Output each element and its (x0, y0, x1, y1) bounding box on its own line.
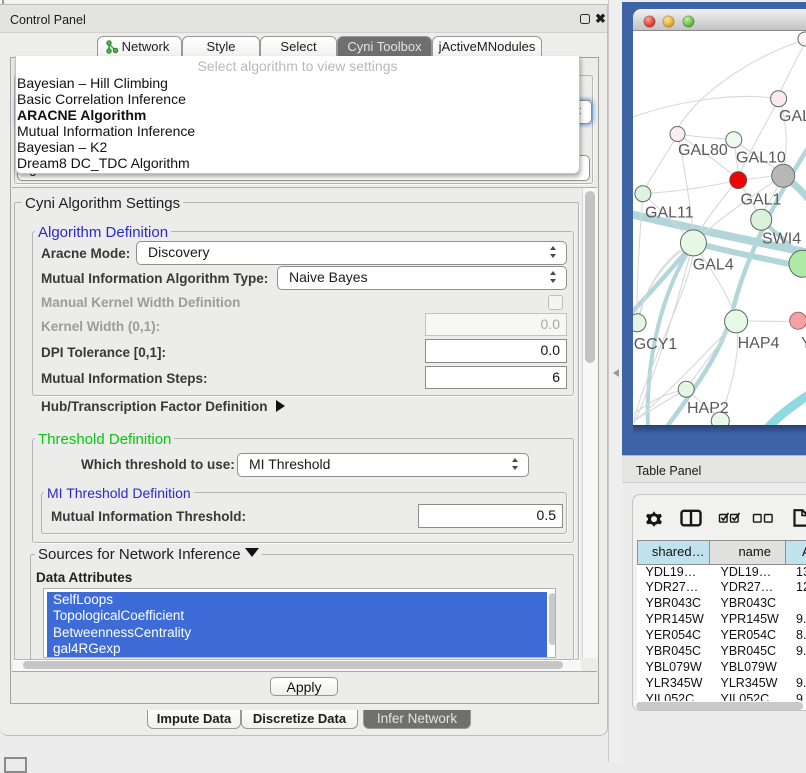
svg-text:GAL4: GAL4 (693, 257, 734, 274)
svg-text:GAL10: GAL10 (736, 150, 786, 167)
svg-text:Y: Y (801, 335, 806, 352)
svg-text:GAL: GAL (779, 108, 806, 125)
svg-text:GAL1: GAL1 (741, 192, 782, 209)
svg-text:GCY1: GCY1 (634, 336, 678, 353)
svg-text:HAP2: HAP2 (687, 400, 729, 417)
svg-text:GAL11: GAL11 (645, 205, 694, 222)
svg-text:HAP4: HAP4 (738, 335, 780, 352)
svg-text:SWI4: SWI4 (762, 231, 801, 248)
svg-text:GAL80: GAL80 (678, 142, 728, 159)
